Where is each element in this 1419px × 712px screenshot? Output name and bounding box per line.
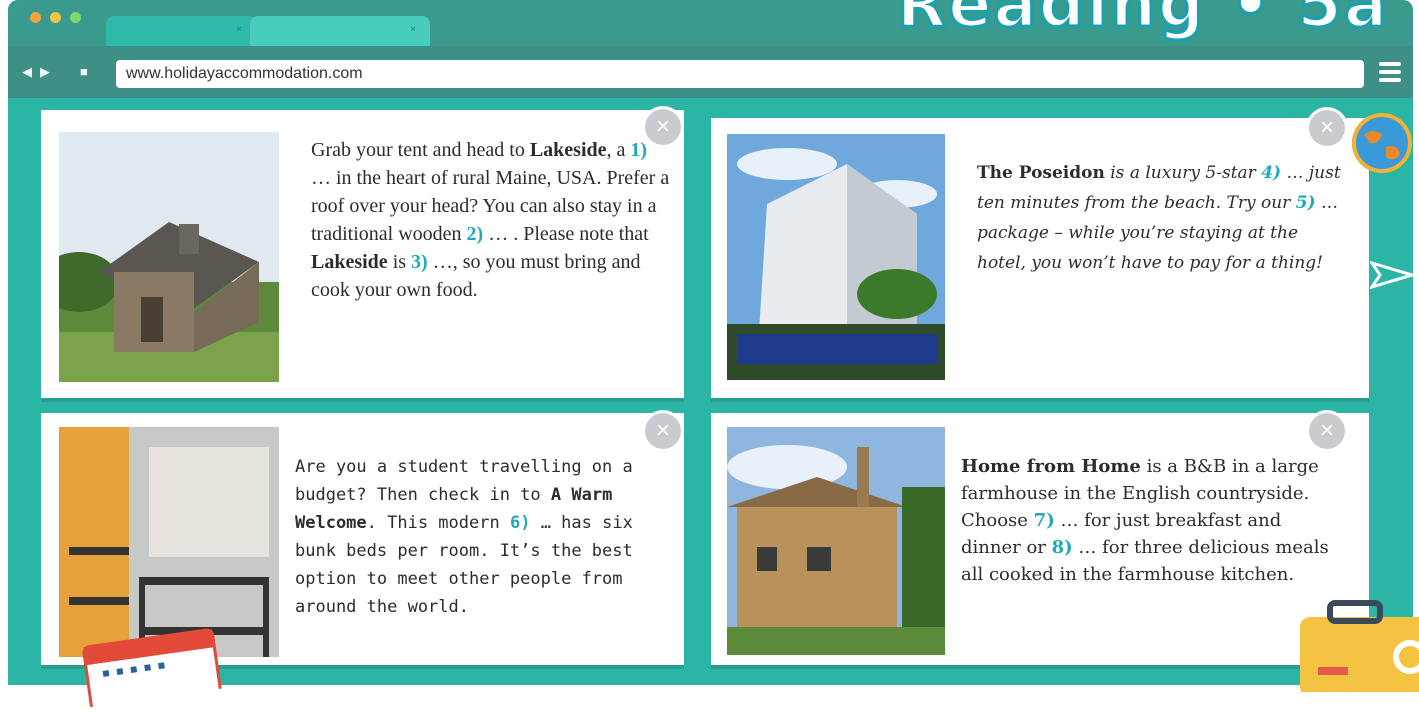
card-warm-welcome: Are you a student travelling on a budget… [41,413,684,665]
suitcase-icon [1290,597,1419,697]
gap-number: 4) [1261,163,1282,183]
warm-welcome-text: Are you a student travelling on a budget… [295,453,675,621]
browser-tab-2[interactable]: × [250,16,430,46]
maximize-window-dot[interactable] [70,12,81,23]
gap-number: 2) [466,223,484,245]
minimize-window-dot[interactable] [50,12,61,23]
close-window-dot[interactable] [30,12,41,23]
place-name: Home from Home [961,456,1141,477]
place-name: Lakeside [529,139,607,161]
home-from-home-text: Home from Home is a B&B in a large farmh… [961,453,1341,588]
card-home-from-home: Home from Home is a B&B in a large farmh… [711,413,1369,665]
poseidon-text: The Poseidon is a luxury 5-star 4) … jus… [977,158,1347,278]
lakeside-text: Grab your tent and head to Lakeside, a 1… [311,136,671,304]
window-controls [30,12,81,23]
arrow-back-icon[interactable]: ◀ [22,64,32,80]
tab-close-icon[interactable]: × [236,24,242,35]
cabin-photo [59,132,279,382]
gap-number: 1) [630,139,648,161]
text-segment: … . Please note that [488,223,649,245]
farmhouse-photo [727,427,945,655]
place-name: Lakeside [311,251,388,273]
close-icon[interactable]: × [645,109,681,145]
close-icon[interactable]: × [645,413,681,449]
card-lakeside: Grab your tent and head to Lakeside, a 1… [41,109,684,398]
dorm-photo [59,427,279,657]
text-segment: Grab your tent and head to [311,139,525,161]
tab-close-icon[interactable]: × [410,24,416,35]
hotel-photo [727,134,945,380]
place-name: The Poseidon [977,163,1105,183]
close-icon[interactable]: × [1309,110,1345,146]
browser-tab-1[interactable]: × [106,16,256,46]
address-bar[interactable]: www.holidayaccommodation.com [116,60,1364,88]
paper-plane-icon [1368,258,1418,300]
stop-icon[interactable]: ■ [80,64,88,79]
text-segment: , a [606,139,626,161]
gap-number: 5) [1295,193,1316,213]
card-poseidon: The Poseidon is a luxury 5-star 4) … jus… [711,110,1369,398]
gap-number: 3) [411,251,428,273]
browser-window: × × ◀ ▶ ■ www.holidayaccommodation.com G… [8,0,1413,685]
close-icon[interactable]: × [1309,413,1345,449]
page-title: Reading • 5a [895,0,1389,44]
gap-number: 7) [1033,510,1055,531]
globe-icon [1352,113,1412,173]
gap-number: 8) [1051,537,1073,558]
text-segment: is [392,251,407,273]
text-segment: . This modern [366,513,500,533]
menu-icon[interactable] [1379,62,1401,82]
gap-number: 6) [509,513,531,533]
arrow-forward-icon[interactable]: ▶ [40,64,50,80]
text-segment: is a luxury 5-star [1110,163,1256,183]
